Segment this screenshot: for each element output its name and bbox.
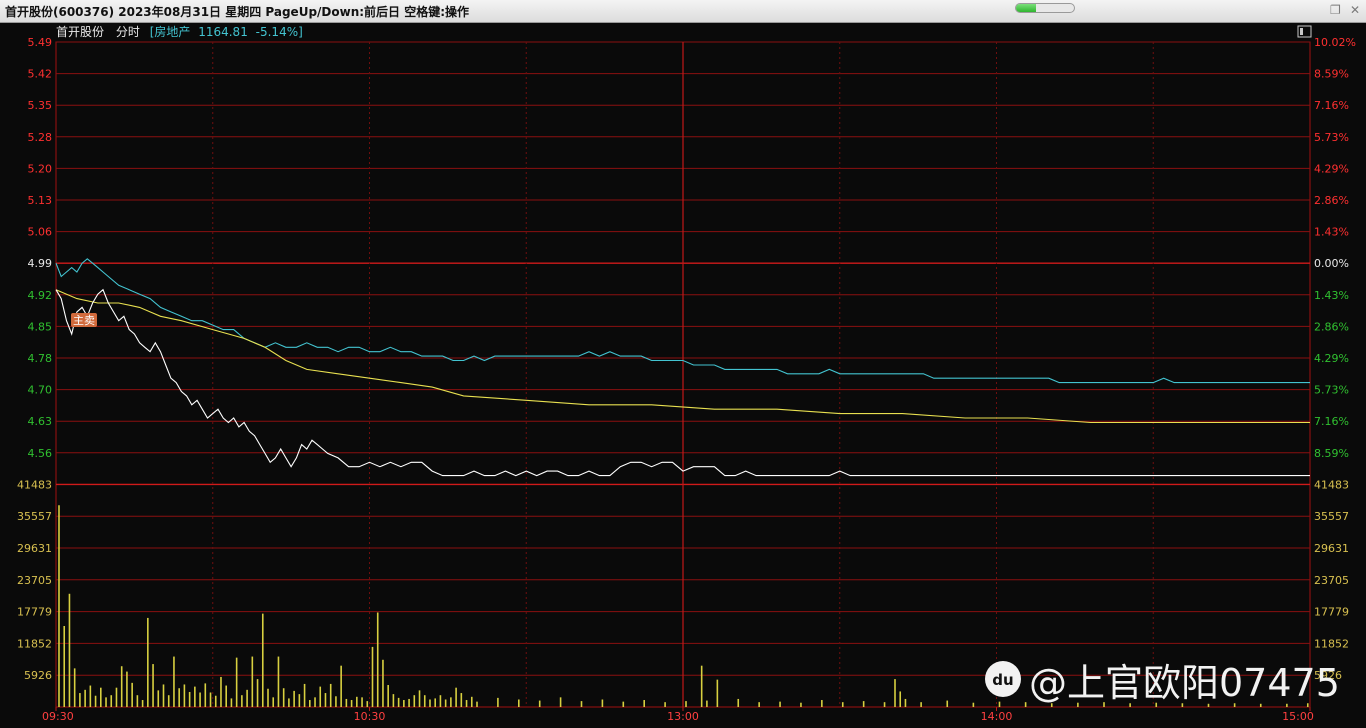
- window-titlebar: 首开股份(600376) 2023年08月31日 星期四 PageUp/Down…: [0, 0, 1366, 23]
- index-change: -5.14%]: [256, 25, 303, 39]
- sell-marker: 主卖: [71, 313, 97, 327]
- price-tick-label: 5.20: [28, 162, 53, 175]
- pct-tick-label: 4.29%: [1314, 352, 1349, 365]
- header-line: 首开股份 分时 [房地产 1164.81 -5.14%]: [56, 24, 303, 39]
- close-icon[interactable]: ✕: [1350, 4, 1362, 16]
- volume-tick-label: 11852: [17, 637, 52, 650]
- price-tick-label: 4.85: [28, 320, 53, 333]
- price-tick-label: 5.35: [28, 99, 53, 112]
- volume-tick-label-right: 35557: [1314, 510, 1349, 523]
- price-tick-label: 4.99: [28, 257, 53, 270]
- pct-tick-label: 8.59%: [1314, 447, 1349, 460]
- volume-tick-label: 17779: [17, 606, 52, 619]
- volume-tick-label: 23705: [17, 574, 52, 587]
- pct-tick-label: 7.16%: [1314, 99, 1349, 112]
- watermark-logo-icon: du: [985, 661, 1021, 697]
- price-tick-label: 4.92: [28, 289, 53, 302]
- volume-tick-label-right: 29631: [1314, 542, 1349, 555]
- volume-tick-label-right: 23705: [1314, 574, 1349, 587]
- price-tick-label: 4.63: [28, 415, 53, 428]
- volume-tick-label-right: 41483: [1314, 478, 1349, 491]
- volume-tick-label: 41483: [17, 478, 52, 491]
- price-tick-label: 5.49: [28, 36, 53, 49]
- time-tick-label: 15:00: [1282, 710, 1314, 723]
- price-tick-label: 4.56: [28, 447, 53, 460]
- mode-label: 分时: [116, 25, 140, 39]
- price-tick-label: 4.78: [28, 352, 53, 365]
- pct-tick-label: 4.29%: [1314, 162, 1349, 175]
- volume-tick-label-right: 11852: [1314, 637, 1349, 650]
- pct-tick-label: 0.00%: [1314, 257, 1349, 270]
- pct-tick-label: 1.43%: [1314, 289, 1349, 302]
- pct-tick-label: 10.02%: [1314, 36, 1356, 49]
- price-tick-label: 5.06: [28, 226, 53, 239]
- volume-tick-label: 29631: [17, 542, 52, 555]
- time-tick-label: 09:30: [42, 710, 74, 723]
- volume-tick-label: 35557: [17, 510, 52, 523]
- price-tick-label: 5.28: [28, 131, 53, 144]
- intraday-chart[interactable]: 5.49 5.42 5.35 5.28 5.20 5.13 5.06 4.99 4.92 4.85…: [0, 23, 1366, 728]
- progress-bar-fill: [1016, 4, 1037, 12]
- volume-tick-label-right: 17779: [1314, 606, 1349, 619]
- time-tick-label: 10:30: [354, 710, 386, 723]
- index-label: [房地产: [150, 24, 191, 39]
- pct-tick-label: 5.73%: [1314, 131, 1349, 144]
- price-tick-label: 5.42: [28, 68, 53, 81]
- pct-tick-label: 1.43%: [1314, 226, 1349, 239]
- pct-tick-label: 7.16%: [1314, 415, 1349, 428]
- pct-tick-label: 2.86%: [1314, 194, 1349, 207]
- price-tick-label: 5.13: [28, 194, 53, 207]
- stock-name: 首开股份: [56, 25, 104, 39]
- window-title: 首开股份(600376) 2023年08月31日 星期四 PageUp/Down…: [5, 5, 470, 19]
- index-value: 1164.81: [198, 25, 248, 39]
- price-tick-label: 4.70: [28, 384, 53, 397]
- time-tick-label: 14:00: [981, 710, 1013, 723]
- watermark: du @上官欧阳07475: [985, 655, 1340, 705]
- volume-tick-label: 5926: [24, 669, 52, 682]
- restore-icon[interactable]: ❐: [1330, 4, 1342, 16]
- time-tick-label: 13:00: [667, 710, 699, 723]
- pct-tick-label: 2.86%: [1314, 320, 1349, 333]
- sell-marker-label: 主卖: [73, 314, 95, 327]
- pct-tick-label: 5.73%: [1314, 384, 1349, 397]
- progress-bar: [1015, 3, 1075, 13]
- pct-tick-label: 8.59%: [1314, 68, 1349, 81]
